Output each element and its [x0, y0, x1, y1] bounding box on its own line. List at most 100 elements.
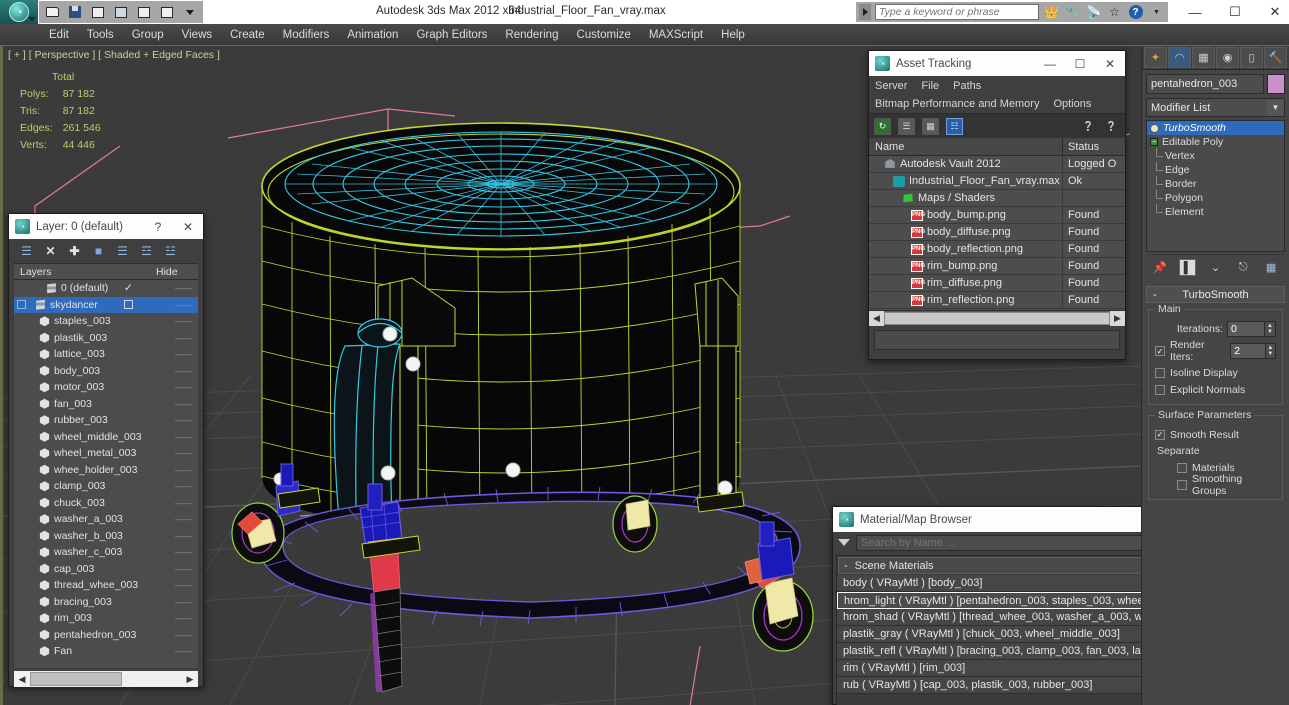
- help-add-icon[interactable]: ❔: [1080, 118, 1097, 135]
- configure-sets-icon[interactable]: ▦: [1263, 259, 1280, 276]
- hide-column-cell[interactable]: ——: [168, 597, 198, 607]
- hide-column-cell[interactable]: ——: [168, 613, 198, 623]
- iterations-input[interactable]: 0: [1227, 321, 1265, 337]
- iterations-spinner[interactable]: ▲ ▼: [1265, 321, 1276, 337]
- hide-column-cell[interactable]: ——: [168, 316, 198, 326]
- open-icon[interactable]: [42, 3, 62, 21]
- layer-row[interactable]: thread_whee_003 ——: [14, 577, 198, 594]
- redo-icon[interactable]: [111, 3, 131, 21]
- layer-manager-window[interactable]: ◔ Layer: 0 (default) ? ✕ ☰ ✕ ✚ ■ ☰ ☲ ☳ L…: [8, 213, 204, 687]
- satellite-icon[interactable]: 📡: [1085, 4, 1102, 21]
- hide-column-cell[interactable]: ——: [168, 481, 198, 491]
- maximize-button[interactable]: ☐: [1215, 0, 1255, 24]
- asset-row[interactable]: Industrial_Floor_Fan_vray.max Ok: [869, 173, 1125, 190]
- modifier-stack-row[interactable]: Polygon: [1147, 190, 1284, 205]
- layer-row[interactable]: wheel_metal_003 ——: [14, 445, 198, 462]
- select-highlight-icon[interactable]: ☰: [115, 244, 130, 259]
- layer-row[interactable]: plastik_003 ——: [14, 330, 198, 347]
- layer-select-checkbox[interactable]: [17, 300, 26, 310]
- asset-tracking-window[interactable]: ◔ Asset Tracking — ☐ ✕ Server File Paths B…: [868, 50, 1126, 360]
- hide-column-cell[interactable]: ——: [168, 465, 198, 475]
- asset-row[interactable]: Maps / Shaders: [869, 190, 1125, 207]
- column-header-hide[interactable]: Hide: [156, 264, 198, 279]
- show-end-result-icon[interactable]: ▌: [1179, 259, 1197, 276]
- scroll-left-icon[interactable]: ◀: [14, 671, 30, 687]
- hide-column-cell[interactable]: ——: [168, 514, 198, 524]
- isoline-display-checkbox[interactable]: [1155, 367, 1165, 378]
- rollout-expander-icon[interactable]: -: [1153, 289, 1157, 301]
- asset-menu-server[interactable]: Server: [875, 80, 907, 92]
- hscroll-thumb[interactable]: [30, 672, 122, 686]
- scroll-left-icon[interactable]: ◀: [869, 310, 884, 326]
- search-dropdown-icon[interactable]: [859, 4, 871, 20]
- menu-item-edit[interactable]: Edit: [40, 24, 78, 46]
- explicit-normals-checkbox[interactable]: [1155, 384, 1165, 395]
- menu-item-help[interactable]: Help: [712, 24, 754, 46]
- minimize-button[interactable]: —: [1175, 0, 1215, 24]
- menu-item-modifiers[interactable]: Modifiers: [274, 24, 339, 46]
- layers-list[interactable]: 0 (default) ✓ —— skydancer —— staples_003 —— pl…: [14, 280, 198, 668]
- layer-row[interactable]: lattice_003 ——: [14, 346, 198, 363]
- chevron-down-icon[interactable]: ▼: [1267, 99, 1284, 116]
- save-icon[interactable]: [65, 3, 85, 21]
- column-header-layers[interactable]: Layers: [14, 264, 156, 279]
- modifier-enable-icon[interactable]: [1150, 123, 1159, 133]
- render-icon[interactable]: [157, 3, 177, 21]
- smooth-result-row[interactable]: ✓ Smooth Result: [1155, 426, 1276, 443]
- grid-icon[interactable]: ☷: [946, 117, 963, 135]
- hscroll-thumb[interactable]: [884, 311, 1110, 325]
- hierarchy-tab[interactable]: ▦: [1192, 47, 1215, 68]
- hide-column-cell[interactable]: ——: [168, 547, 198, 557]
- expand-collapse-icon[interactable]: −: [1150, 138, 1158, 146]
- viewport-label[interactable]: [ + ] [ Perspective ] [ Shaded + Edged F…: [8, 49, 220, 61]
- hide-column-cell[interactable]: ——: [168, 349, 198, 359]
- pin-stack-icon[interactable]: 📌: [1151, 259, 1168, 276]
- asset-row[interactable]: PNG rim_diffuse.png Found: [869, 275, 1125, 292]
- layer-panel-close-button[interactable]: ✕: [173, 214, 203, 239]
- hide-column-cell[interactable]: ——: [168, 382, 198, 392]
- modifier-stack-row[interactable]: − Editable Poly: [1147, 135, 1284, 149]
- search-input[interactable]: [875, 4, 1039, 20]
- asset-tracking-maximize[interactable]: ☐: [1065, 51, 1095, 76]
- hide-column-cell[interactable]: ——: [168, 531, 198, 541]
- hide-column-cell[interactable]: ——: [168, 646, 198, 656]
- create-tab[interactable]: ✦: [1144, 47, 1167, 68]
- layer-row[interactable]: motor_003 ——: [14, 379, 198, 396]
- asset-tracking-titlebar[interactable]: ◔ Asset Tracking — ☐ ✕: [869, 51, 1125, 76]
- hide-column-cell[interactable]: ——: [168, 564, 198, 574]
- modifier-stack[interactable]: TurboSmooth − Editable Poly Vertex Edge Borde…: [1146, 120, 1285, 252]
- scroll-right-icon[interactable]: ▶: [1110, 310, 1125, 326]
- help-icon[interactable]: ❔: [1103, 118, 1120, 135]
- asset-menu-options[interactable]: Options: [1053, 98, 1091, 110]
- refresh-icon[interactable]: ↻: [874, 117, 891, 135]
- layer-row[interactable]: clamp_003 ——: [14, 478, 198, 495]
- asset-menu-bitmap-performance-and-memory[interactable]: Bitmap Performance and Memory: [875, 98, 1039, 110]
- render-iters-spinner[interactable]: ▲ ▼: [1265, 343, 1276, 359]
- star-icon[interactable]: ☆: [1106, 4, 1123, 21]
- layer-row[interactable]: Fan ——: [14, 643, 198, 660]
- layer-row[interactable]: wheel_middle_003 ——: [14, 429, 198, 446]
- motion-tab[interactable]: ◉: [1216, 47, 1239, 68]
- help-dropdown-icon[interactable]: ▼: [1148, 4, 1165, 21]
- group-expander-icon[interactable]: -: [844, 560, 848, 572]
- layer-row[interactable]: body_003 ——: [14, 363, 198, 380]
- asset-tracking-minimize[interactable]: —: [1035, 51, 1065, 76]
- separate-materials-checkbox[interactable]: [1177, 462, 1187, 473]
- layer-row[interactable]: washer_b_003 ——: [14, 528, 198, 545]
- binoculars-icon[interactable]: 👑: [1043, 4, 1060, 21]
- hide-column-cell[interactable]: ——: [168, 333, 198, 343]
- modify-tab[interactable]: ◠: [1168, 47, 1191, 68]
- scroll-right-icon[interactable]: ▶: [182, 671, 198, 687]
- delete-layer-icon[interactable]: ✕: [43, 244, 58, 259]
- menu-item-rendering[interactable]: Rendering: [496, 24, 567, 46]
- explicit-normals-row[interactable]: Explicit Normals: [1155, 381, 1276, 398]
- application-menu-button[interactable]: ◔: [0, 0, 38, 24]
- hide-column-cell[interactable]: ——: [168, 300, 198, 310]
- list-icon[interactable]: ☰: [898, 117, 915, 135]
- menu-item-graph-editors[interactable]: Graph Editors: [407, 24, 496, 46]
- menu-item-customize[interactable]: Customize: [567, 24, 639, 46]
- layer-row[interactable]: washer_c_003 ——: [14, 544, 198, 561]
- menu-item-maxscript[interactable]: MAXScript: [640, 24, 712, 46]
- hide-column-cell[interactable]: ——: [168, 448, 198, 458]
- column-header-name[interactable]: Name: [869, 138, 1063, 155]
